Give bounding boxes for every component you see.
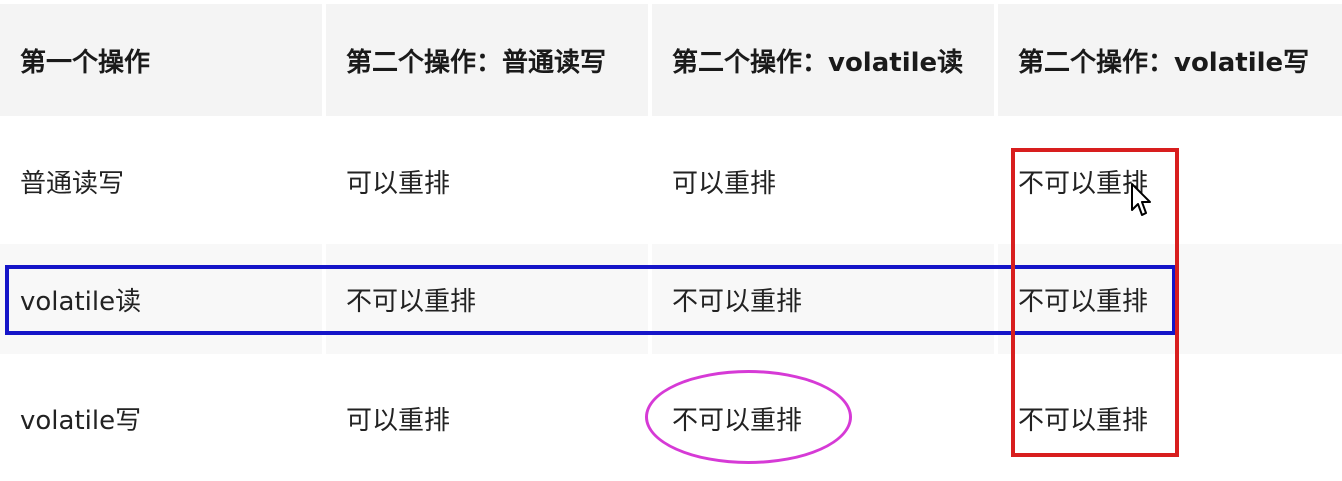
table-cell: 不可以重排 [326,244,648,354]
row-label-cell: 普通读写 [20,168,125,199]
table-cell: 不可以重排 [1018,405,1149,436]
reordering-rules-table: 第一个操作 第二个操作：普通读写 第二个操作：volatile读 第二个操作：v… [0,0,1342,481]
table-header-cell: 第二个操作：普通读写 [326,4,648,116]
table-header-cell: 第一个操作 [0,4,322,116]
table-cell: 可以重排 [346,168,451,199]
table-cell: 不可以重排 [672,405,803,436]
table-cell: 可以重排 [672,168,777,199]
row-label-cell: volatile读 [0,244,322,354]
mouse-pointer-icon [1131,183,1151,216]
row-label-cell: volatile写 [20,405,142,436]
table-cell: 可以重排 [346,405,451,436]
table-header-cell: 第二个操作：volatile写 [998,4,1342,116]
table-cell: 不可以重排 [1018,168,1149,199]
table-header-cell: 第二个操作：volatile读 [652,4,994,116]
table-cell: 不可以重排 [998,244,1342,354]
table-cell: 不可以重排 [652,244,994,354]
